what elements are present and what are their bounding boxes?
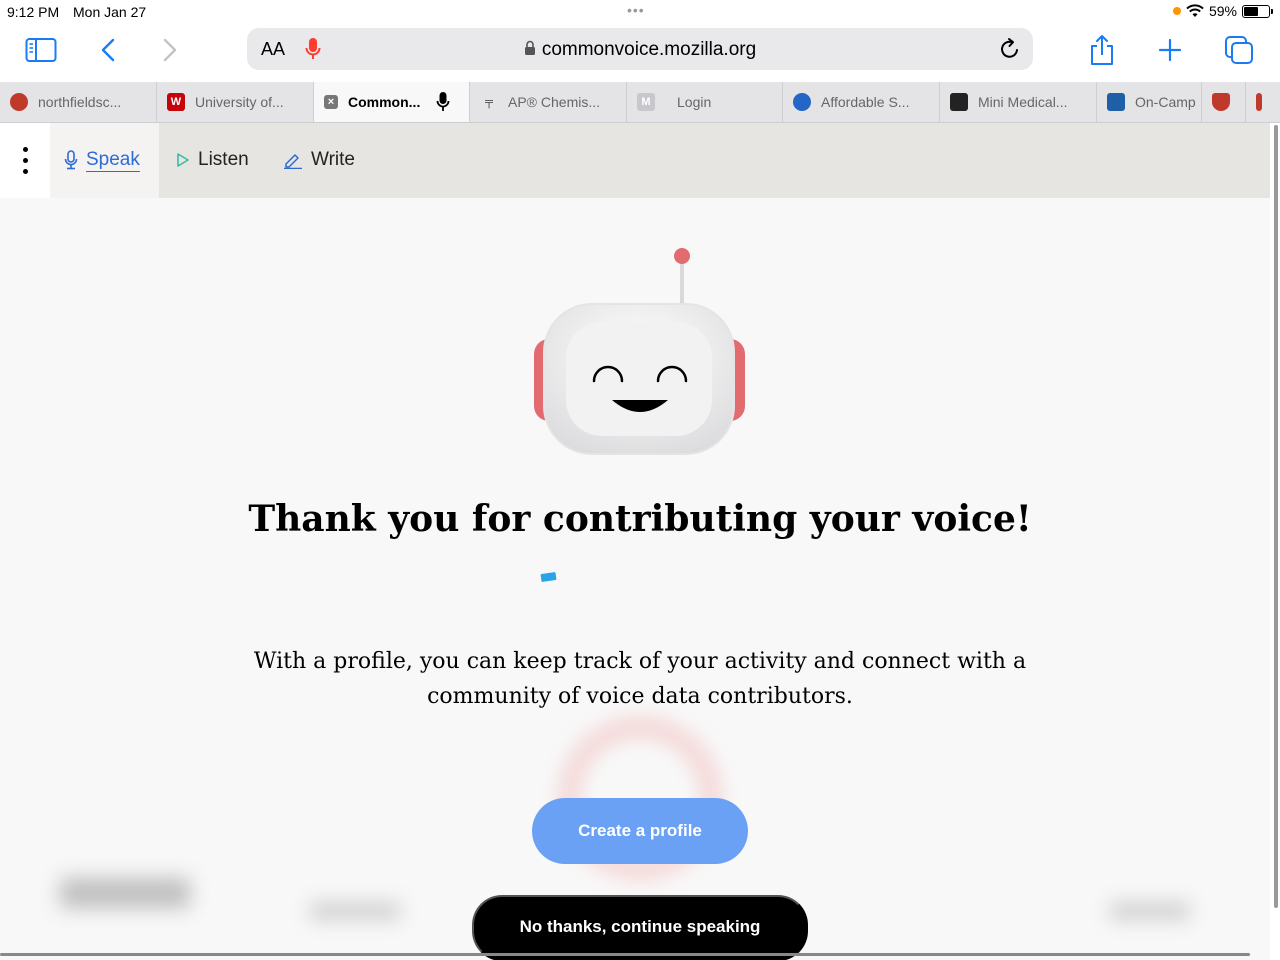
wifi-icon [1186, 4, 1204, 17]
tab-university[interactable]: W University of... [157, 82, 314, 122]
red-favicon-icon [1256, 93, 1262, 111]
share-button[interactable] [1082, 34, 1122, 66]
tab-bar: northfieldsc... W University of... × Com… [0, 82, 1280, 123]
tabs-icon [1225, 36, 1253, 64]
reload-button[interactable] [999, 37, 1021, 66]
status-bar: 9:12 PM Mon Jan 27 ••• 59% [0, 0, 1280, 24]
tab-label: AP® Chemis... [508, 94, 601, 110]
tab-label: Login [677, 94, 712, 110]
battery-icon [1242, 4, 1273, 18]
home-indicator [0, 953, 1250, 956]
tab-label: University of... [195, 94, 284, 110]
northfield-favicon-icon [10, 93, 28, 111]
no-thanks-button[interactable]: No thanks, continue speaking [472, 895, 808, 960]
tab-label: northfieldsc... [38, 94, 122, 110]
create-profile-button[interactable]: Create a profile [532, 798, 748, 864]
chevron-right-icon [163, 38, 177, 62]
common-voice-nav: Speak Listen Write [0, 123, 1280, 198]
back-button[interactable] [88, 34, 128, 66]
tab-overview-button[interactable] [1219, 34, 1259, 66]
reload-icon [1001, 38, 1018, 58]
scrollbar[interactable] [1274, 125, 1278, 908]
tab-ap-chemistry[interactable]: ╤ AP® Chemis... [470, 82, 627, 122]
mini-medical-favicon-icon [950, 93, 968, 111]
address-bar[interactable]: AA commonvoice.mozilla.org [247, 28, 1033, 70]
plus-icon [1158, 38, 1182, 62]
kebab-dot [22, 158, 28, 163]
tab-login[interactable]: M Login [627, 82, 783, 122]
on-campus-favicon-icon [1107, 93, 1125, 111]
blurred-background-graphic [1110, 903, 1190, 919]
tab-label: On-Camp [1135, 94, 1196, 110]
url-text: commonvoice.mozilla.org [541, 39, 757, 60]
forward-button[interactable] [150, 34, 190, 66]
status-date: Mon Jan 27 [73, 4, 147, 20]
new-tab-button[interactable] [1150, 34, 1190, 66]
sidebar-toggle-button[interactable] [21, 34, 61, 66]
menu-button[interactable] [0, 123, 50, 198]
tab-common-voice[interactable]: × Common... [314, 82, 470, 122]
nav-speak-label: Speak [86, 149, 140, 170]
microphone-icon[interactable] [436, 91, 450, 113]
kebab-dot [22, 169, 28, 174]
affordable-favicon-icon [793, 93, 811, 111]
battery-percent: 59% [1208, 3, 1237, 19]
robot-mascot-icon [534, 248, 745, 455]
lock-icon [524, 40, 535, 55]
kebab-dot [22, 147, 28, 152]
play-icon [177, 153, 189, 167]
nav-write-label: Write [311, 149, 355, 170]
ap-favicon-icon: ╤ [485, 96, 493, 108]
status-time: 9:12 PM [7, 4, 60, 20]
tab-northfield[interactable]: northfieldsc... [0, 82, 157, 122]
sidebar-icon [25, 38, 57, 62]
tab-label: Affordable S... [821, 94, 910, 110]
nav-speak[interactable]: Speak [64, 149, 140, 171]
thank-you-panel: Thank you for contributing your voice! W… [0, 198, 1270, 960]
pencil-icon [284, 154, 302, 169]
tab-affordable[interactable]: Affordable S... [783, 82, 940, 122]
nav-write[interactable]: Write [283, 149, 355, 171]
share-icon [1091, 35, 1113, 65]
browser-toolbar: AA commonvoice.mozilla.org [0, 24, 1280, 82]
loading-spinner-icon [540, 571, 557, 583]
thank-you-heading: Thank you for contributing your voice! [248, 498, 1032, 540]
status-indicators: 59% [1172, 3, 1273, 19]
wisconsin-w-favicon-icon: W [167, 93, 185, 111]
chevron-left-icon [101, 38, 115, 62]
close-icon[interactable]: × [324, 95, 338, 109]
url-display[interactable]: commonvoice.mozilla.org [247, 39, 1033, 61]
tab-extra[interactable] [1246, 82, 1279, 122]
blurred-background-graphic [310, 903, 400, 919]
tab-label: Common... [348, 94, 421, 110]
battery-fill [1244, 6, 1259, 16]
tab-on-campus[interactable]: On-Camp [1097, 82, 1202, 122]
nav-listen-label: Listen [198, 149, 249, 170]
tab-shield[interactable] [1202, 82, 1246, 122]
tab-label: Mini Medical... [978, 94, 1068, 110]
microphone-icon [64, 150, 78, 170]
blurred-background-graphic [60, 878, 190, 908]
m-favicon-icon: M [637, 93, 655, 111]
mic-in-use-indicator-icon [1172, 7, 1181, 15]
tab-mini-medical[interactable]: Mini Medical... [940, 82, 1097, 122]
shield-favicon-icon [1212, 93, 1230, 111]
profile-description: With a profile, you can keep track of yo… [253, 649, 1027, 709]
multitasking-dots-icon[interactable]: ••• [627, 2, 645, 18]
nav-listen[interactable]: Listen [176, 149, 249, 171]
